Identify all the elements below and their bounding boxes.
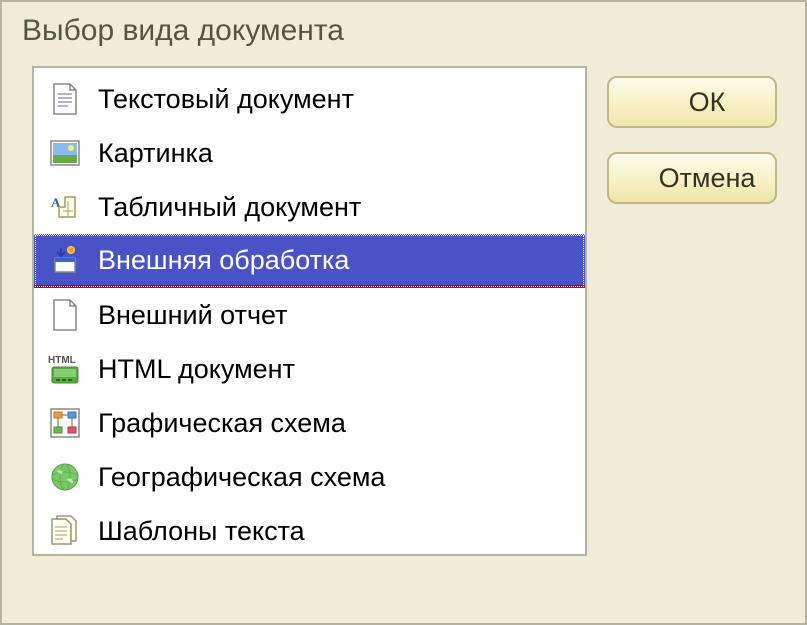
list-item-label: HTML документ (98, 354, 295, 385)
document-type-list[interactable]: Текстовый документ Картинка A (32, 66, 587, 556)
document-type-dialog: Выбор вида документа Текстовый документ (0, 0, 807, 625)
list-item-external-report[interactable]: Внешний отчет (34, 288, 585, 342)
list-item-geographic-schema[interactable]: Географическая схема (34, 450, 585, 504)
list-item-label: Внешний отчет (98, 300, 288, 331)
list-item-label: Табличный документ (98, 192, 361, 223)
external-report-icon (48, 298, 82, 332)
spreadsheet-icon: A a (48, 190, 82, 224)
text-document-icon (48, 82, 82, 116)
picture-icon (48, 136, 82, 170)
graphic-schema-icon (48, 406, 82, 440)
html-document-icon: HTML (48, 352, 82, 386)
geographic-schema-icon (48, 460, 82, 494)
list-item-spreadsheet[interactable]: A a Табличный документ (34, 180, 585, 234)
list-item-label: Внешняя обработка (98, 245, 349, 276)
content-area: Текстовый документ Картинка A (2, 56, 805, 566)
list-item-label: Шаблоны текста (98, 516, 305, 547)
list-item-label: Графическая схема (98, 408, 346, 439)
list-item-label: Картинка (98, 138, 213, 169)
button-panel: ОК Отмена (607, 66, 777, 556)
list-item-label: Текстовый документ (98, 84, 354, 115)
list-item-graphic-schema[interactable]: Графическая схема (34, 396, 585, 450)
list-item-text-document[interactable]: Текстовый документ (34, 72, 585, 126)
list-item-external-processing[interactable]: Внешняя обработка (34, 234, 585, 288)
text-templates-icon (48, 514, 82, 548)
external-processing-icon (48, 243, 82, 277)
list-item-label: Географическая схема (98, 462, 385, 493)
list-item-text-templates[interactable]: Шаблоны текста (34, 504, 585, 558)
dialog-title: Выбор вида документа (2, 2, 805, 56)
ok-button[interactable]: ОК (607, 76, 777, 128)
svg-text:HTML: HTML (48, 355, 76, 366)
list-item-picture[interactable]: Картинка (34, 126, 585, 180)
cancel-button[interactable]: Отмена (607, 152, 777, 204)
list-item-html-document[interactable]: HTML HTML документ (34, 342, 585, 396)
